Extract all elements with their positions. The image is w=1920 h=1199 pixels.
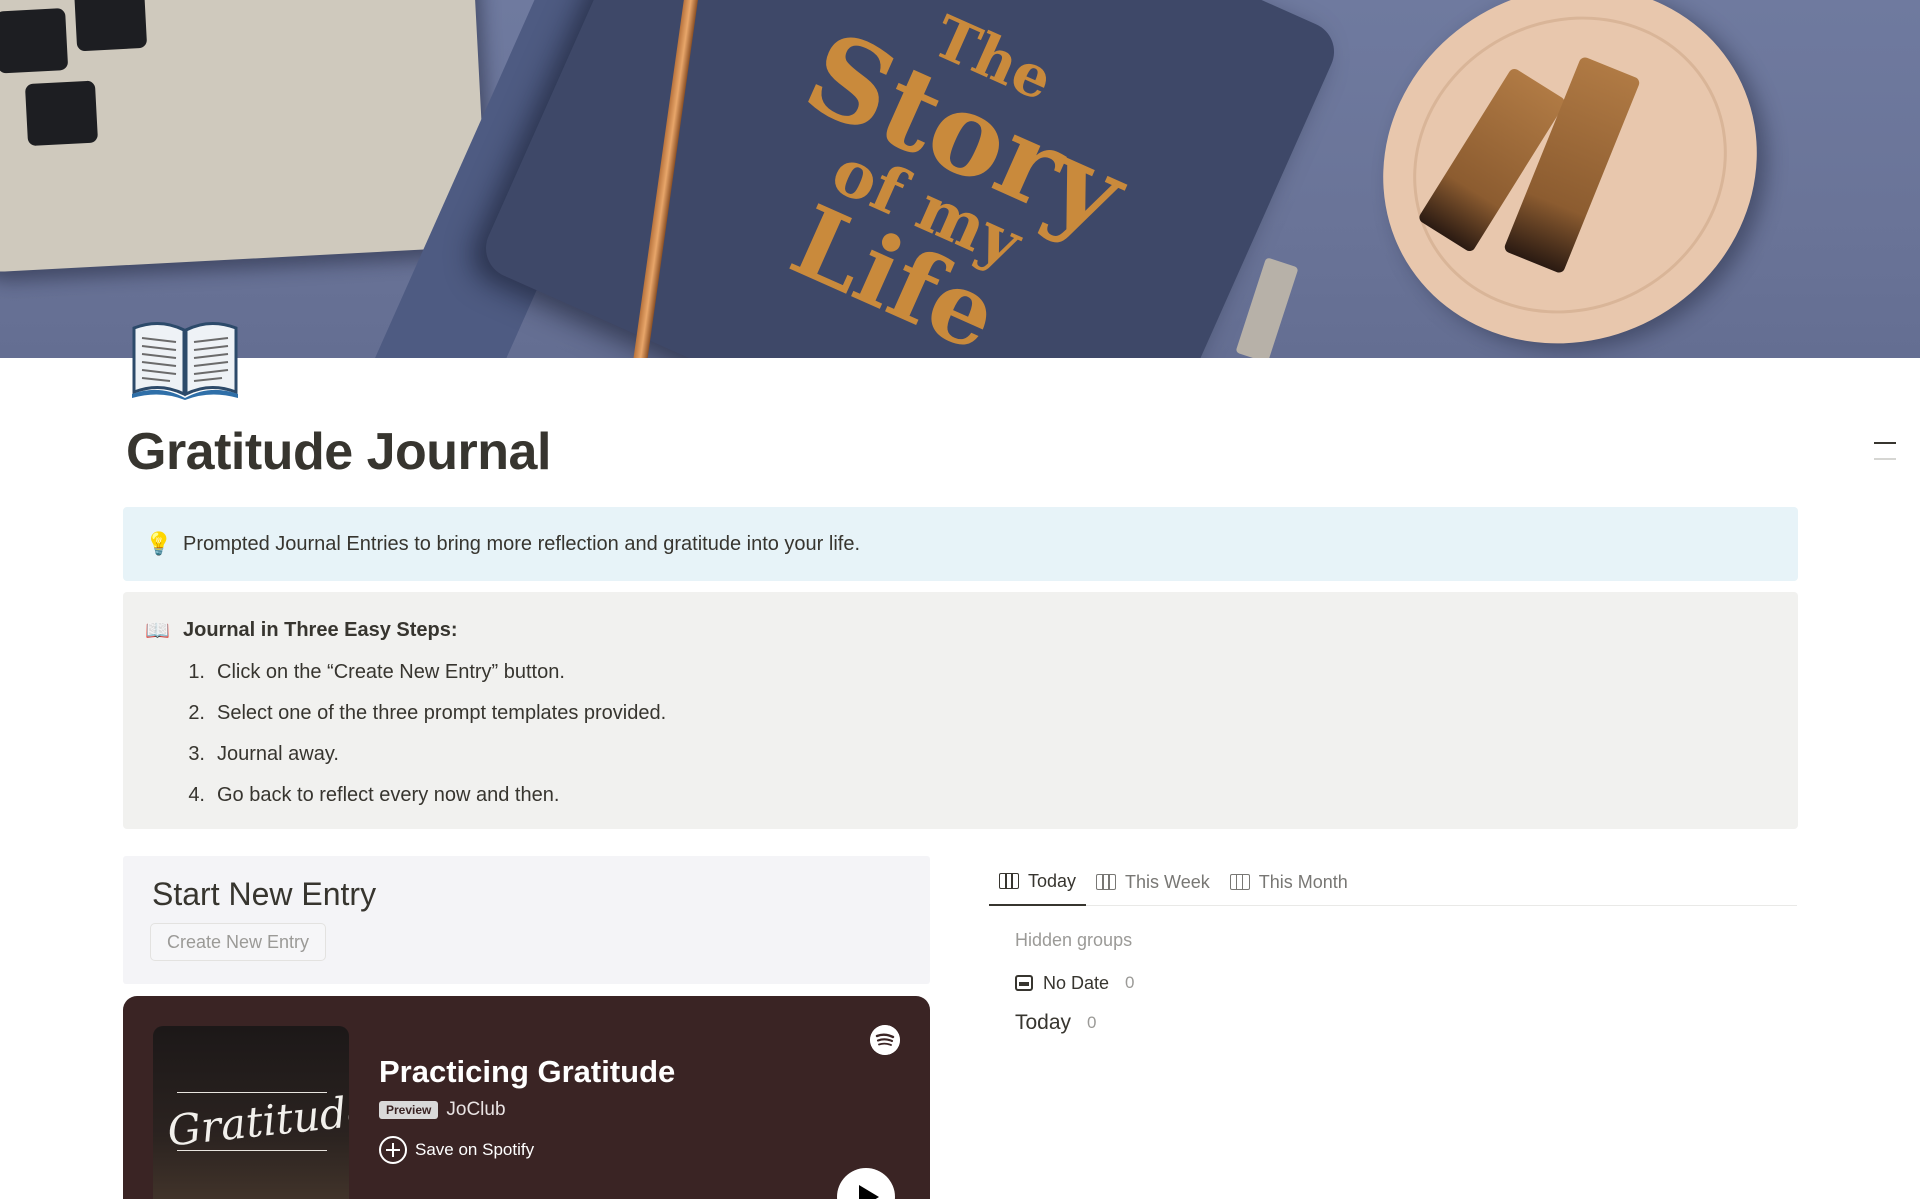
group-count: 0	[1125, 973, 1135, 992]
view-tabs: Today This Week This Month	[989, 858, 1797, 906]
lightbulb-icon: 💡	[145, 531, 173, 556]
preview-badge: Preview	[379, 1101, 439, 1119]
open-book-icon[interactable]	[130, 308, 240, 400]
list-item: 1. Click on the “Create New Entry” button…	[188, 661, 565, 683]
inbox-icon	[1015, 975, 1033, 991]
list-item: 3. Journal away.	[188, 743, 339, 765]
group-no-date[interactable]: No Date 0	[1015, 963, 1797, 1003]
tip-callout: 💡 Prompted Journal Entries to bring more…	[123, 507, 1798, 581]
podcast-cover-art[interactable]: Gratitude	[153, 1026, 349, 1199]
start-new-entry-panel: Start New Entry Create New Entry	[123, 856, 930, 984]
steps-heading: Journal in Three Easy Steps:	[183, 618, 458, 641]
cover-art-text: Gratitude	[164, 1085, 349, 1156]
board-view-icon	[1229, 874, 1250, 890]
save-on-spotify-label: Save on Spotify	[415, 1140, 535, 1159]
page-title[interactable]: Gratitude Journal	[126, 422, 551, 482]
table-of-contents-toggle[interactable]	[1874, 442, 1896, 464]
board-view-icon	[999, 873, 1019, 889]
journal-database-views: Today This Week This Month Hidden groups…	[989, 858, 1797, 1043]
tab-this-month[interactable]: This Month	[1220, 858, 1358, 906]
list-item: 2. Select one of the three prompt templat…	[188, 702, 667, 724]
list-item: 4. Go back to reflect every now and then.	[188, 784, 560, 806]
group-count: 0	[1087, 1013, 1097, 1032]
artist-name[interactable]: JoClub	[446, 1099, 505, 1121]
hidden-groups-label[interactable]: Hidden groups	[1015, 930, 1797, 951]
group-today[interactable]: Today 0	[1015, 1003, 1797, 1043]
save-on-spotify-button[interactable]: Save on Spotify	[379, 1136, 534, 1164]
open-book-icon: 📖	[145, 619, 170, 642]
spotify-logo-icon[interactable]	[870, 1025, 900, 1055]
tip-callout-text: Prompted Journal Entries to bring more r…	[183, 532, 861, 555]
spotify-embed[interactable]: Gratitude Practicing Gratitude Preview J…	[123, 996, 930, 1199]
laptop-illustration	[0, 0, 489, 274]
board-view-icon	[1096, 874, 1117, 890]
tab-today[interactable]: Today	[989, 858, 1087, 906]
steps-callout: 📖 Journal in Three Easy Steps: 1. Click o…	[123, 592, 1798, 829]
cover-image: The Story of my Life	[0, 0, 1920, 358]
play-button[interactable]	[837, 1168, 895, 1199]
steps-list: 1. Click on the “Create New Entry” button…	[181, 652, 1776, 816]
start-new-entry-heading: Start New Entry	[152, 876, 377, 912]
create-new-entry-button[interactable]: Create New Entry	[150, 923, 327, 961]
plus-circle-icon	[379, 1136, 407, 1164]
tab-this-week[interactable]: This Week	[1086, 858, 1220, 906]
episode-title[interactable]: Practicing Gratitude	[379, 1054, 675, 1090]
